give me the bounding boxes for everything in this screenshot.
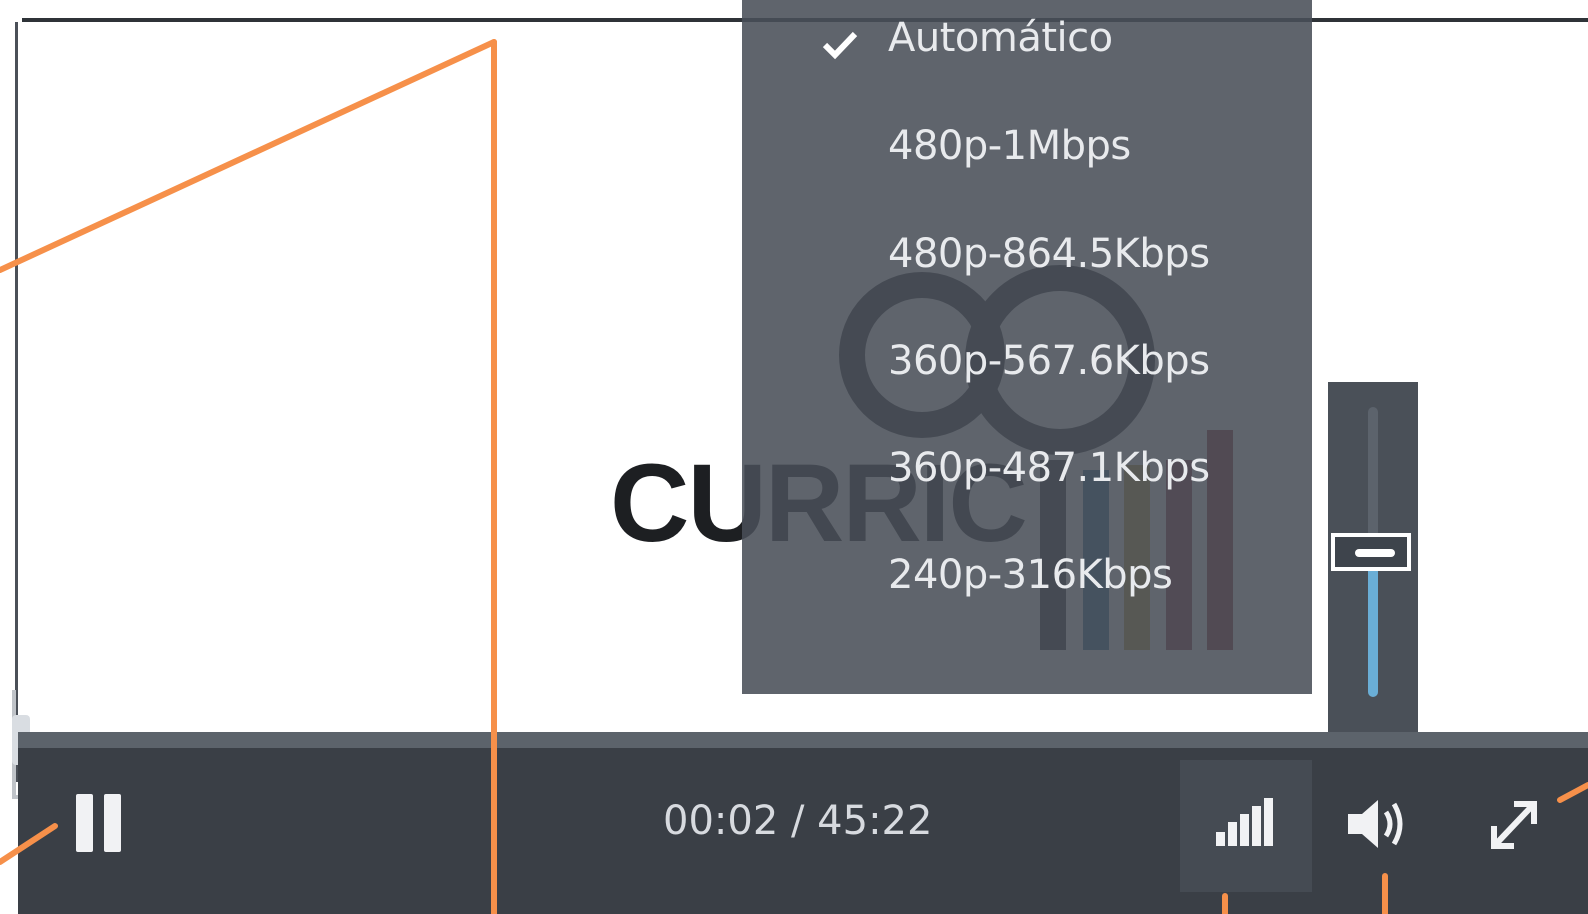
time-display: 00:02 / 45:22 [663,798,933,844]
player-left-border [15,22,18,782]
pause-icon-bar [104,794,121,852]
quality-option-label: Automático [888,15,1113,61]
volume-slider-thumb[interactable] [1331,533,1411,571]
control-bar: 00:02 / 45:22 [18,732,1588,914]
quality-option-360p-567kbps[interactable]: 360p-567.6Kbps [742,323,1312,423]
quality-button[interactable] [1180,760,1312,892]
quality-option-240p-316kbps[interactable]: 240p-316Kbps [742,537,1312,637]
pause-icon [76,794,93,852]
quality-option-label: 360p-487.1Kbps [888,445,1210,491]
quality-option-label: 480p-1Mbps [888,123,1131,169]
quality-option-480p-1mbps[interactable]: 480p-1Mbps [742,108,1312,208]
fullscreen-icon [1491,801,1537,849]
progress-bar[interactable] [18,732,1588,748]
quality-menu: Automático 480p-1Mbps 480p-864.5Kbps 360… [742,0,1312,694]
video-player: CURRIC Automático 480p-1Mbps 480p-864.5K… [0,0,1588,914]
pause-button[interactable] [74,794,126,852]
quality-option-label: 360p-567.6Kbps [888,338,1210,384]
annotation-line [0,39,497,273]
volume-slider-popup [1328,382,1418,734]
quality-option-label: 240p-316Kbps [888,552,1173,598]
fullscreen-button[interactable] [1486,794,1542,854]
speaker-icon [1348,800,1403,848]
quality-option-480p-864kbps[interactable]: 480p-864.5Kbps [742,216,1312,316]
check-icon [822,31,858,60]
quality-option-auto[interactable]: Automático [742,0,1312,100]
signal-bars-icon [1216,798,1273,846]
quality-option-360p-487kbps[interactable]: 360p-487.1Kbps [742,430,1312,530]
volume-button[interactable] [1346,794,1410,854]
quality-option-label: 480p-864.5Kbps [888,231,1210,277]
